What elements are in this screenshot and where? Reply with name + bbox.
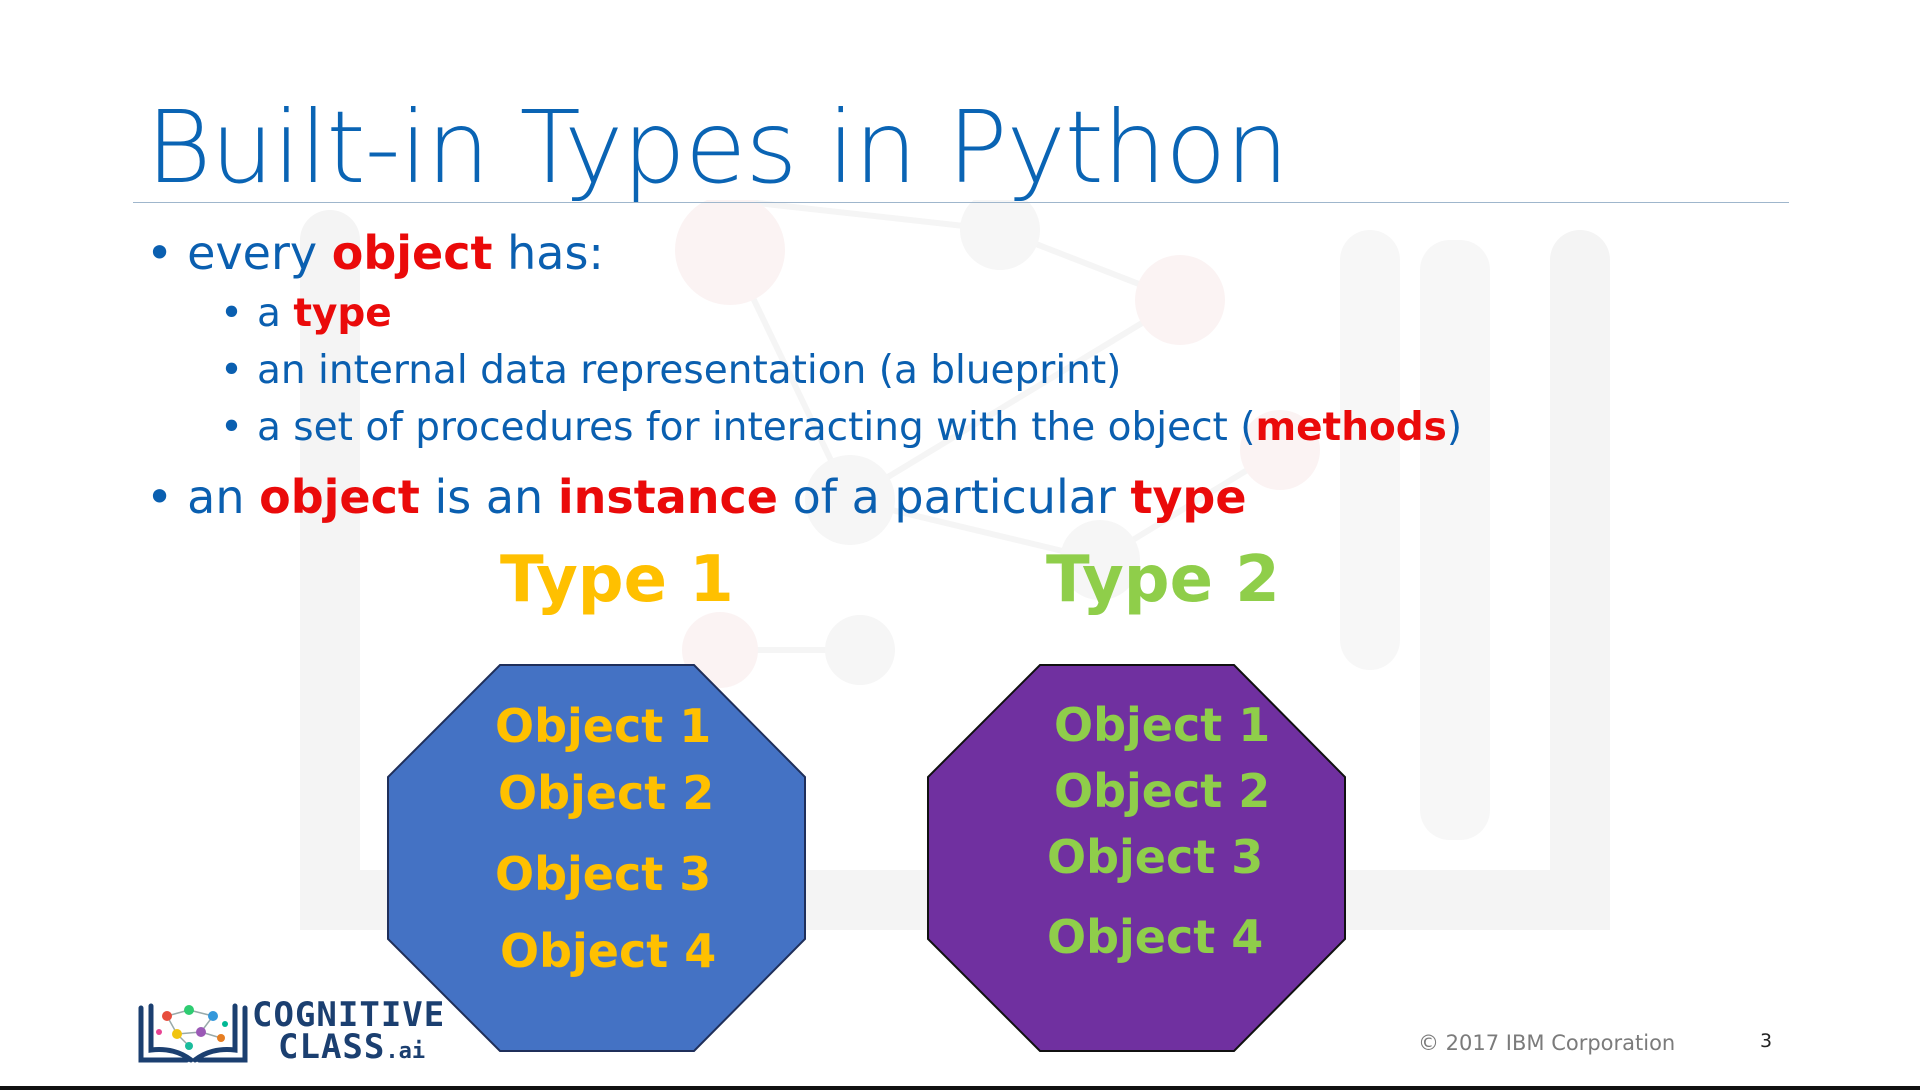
logo-wordmark: COGNITIVE CLASS.ai (252, 998, 445, 1064)
bullet-emphasis: type (293, 291, 392, 336)
sub-bullet-type: • a type (220, 294, 392, 333)
bottom-border (0, 1086, 1920, 1090)
slide-title: Built-in Types in Python (146, 89, 1289, 206)
bullet-text: ) (1446, 405, 1463, 450)
type2-object: Object 4 (1047, 910, 1264, 964)
sub-bullet-representation: • an internal data representation (a blue… (220, 351, 1121, 390)
bullet-glyph: • (146, 226, 174, 280)
bullet-text: is an (419, 470, 558, 524)
type2-object: Object 1 (1054, 698, 1271, 752)
bullet-text: a (257, 291, 294, 336)
bullet-text: has: (492, 226, 604, 280)
bullet-emphasis: methods (1255, 405, 1447, 450)
page-number: 3 (1760, 1030, 1773, 1052)
type1-object: Object 3 (495, 847, 712, 901)
bullet-glyph: • (220, 291, 244, 336)
title-divider (133, 202, 1789, 203)
bullet-text: an (187, 470, 260, 524)
bullet-emphasis: object (259, 470, 420, 524)
bullet-text: a set of procedures for interacting with… (257, 405, 1256, 450)
bullet-emphasis: instance (557, 470, 778, 524)
bullet-glyph: • (220, 348, 244, 393)
sub-bullet-methods: • a set of procedures for interacting wit… (220, 408, 1462, 447)
logo-suffix: .ai (385, 1039, 426, 1064)
bullet-instance: • an object is an instance of a particula… (146, 474, 1247, 520)
type2-label: Type 2 (1046, 543, 1280, 617)
bullet-text: of a particular (777, 470, 1131, 524)
bullet-every-object: • every object has: (146, 230, 604, 276)
bullet-glyph: • (146, 470, 174, 524)
bullet-emphasis: object (331, 226, 493, 280)
slide: Built-in Types in Python • every object h… (0, 0, 1920, 1090)
bullet-glyph: • (220, 405, 244, 450)
logo-line2: CLASS (278, 1027, 386, 1067)
type2-object: Object 2 (1054, 764, 1271, 818)
copyright-text: © 2017 IBM Corporation (1418, 1031, 1676, 1055)
type1-object: Object 4 (500, 924, 717, 978)
bullet-text: an internal data representation (a bluep… (257, 348, 1122, 393)
type1-object: Object 1 (495, 699, 712, 753)
bullet-emphasis: type (1130, 470, 1247, 524)
type2-object: Object 3 (1047, 830, 1264, 884)
type1-object: Object 2 (498, 766, 715, 820)
cognitive-class-logo: COGNITIVE CLASS.ai (137, 998, 444, 1068)
bullet-text: every (187, 226, 332, 280)
book-brain-icon (138, 1003, 248, 1063)
type1-label: Type 1 (500, 543, 734, 617)
